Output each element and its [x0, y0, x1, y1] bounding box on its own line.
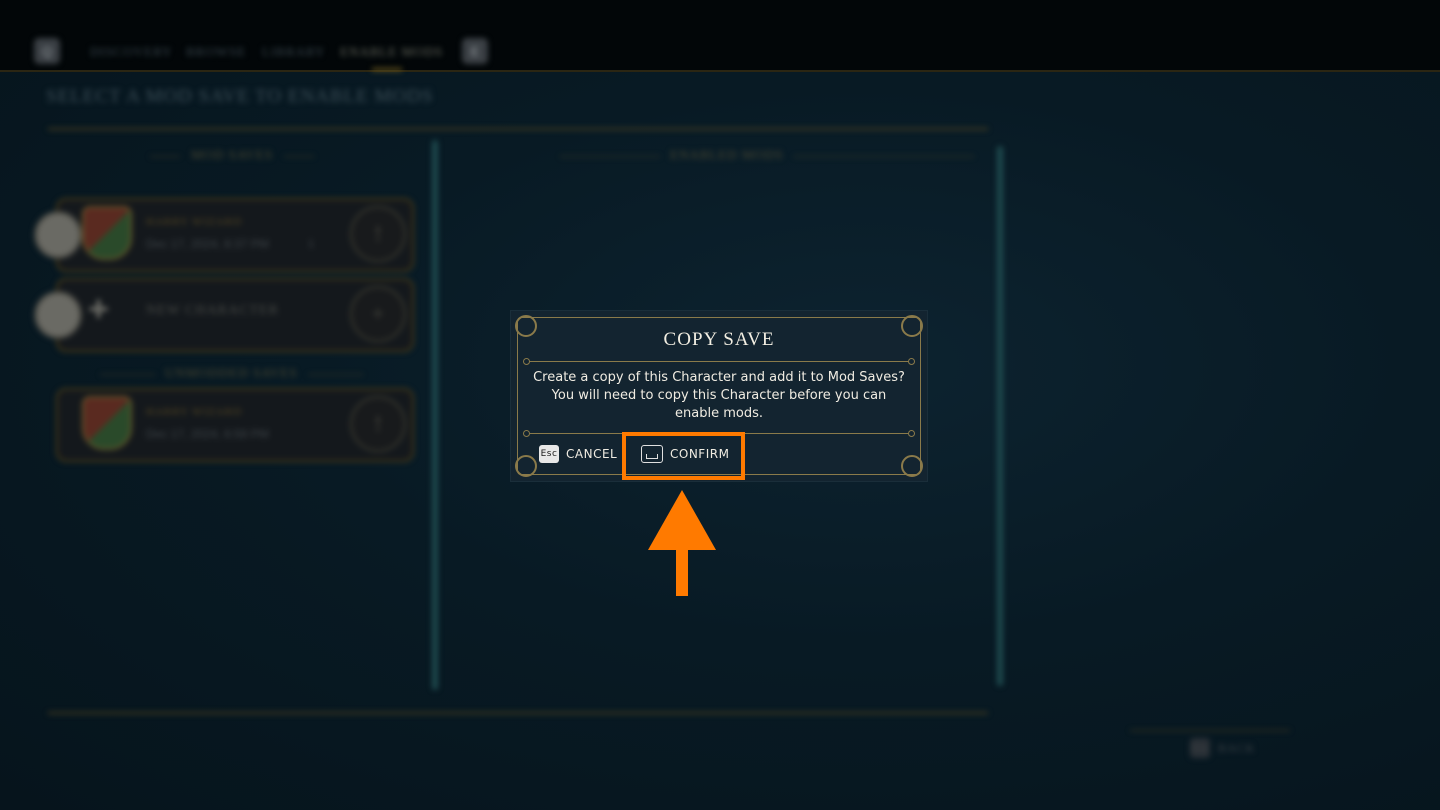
cancel-label: CANCEL	[566, 447, 618, 461]
divider-ornament-icon	[908, 358, 915, 365]
frame-bottom-line	[48, 712, 988, 714]
section-divider	[794, 156, 974, 157]
seal-icon	[34, 291, 82, 339]
pointer-arrow-icon	[648, 490, 716, 550]
divider-ornament-icon	[523, 358, 530, 365]
dialog-title: COPY SAVE	[663, 329, 775, 350]
dialog-message: Create a copy of this Character and add …	[531, 369, 907, 423]
tab-browse[interactable]: BROWSE	[186, 44, 246, 60]
tab-enable-mods[interactable]: ENABLE MODS	[340, 44, 443, 60]
save-options-button[interactable]: !	[350, 396, 406, 452]
active-tab-indicator	[372, 68, 402, 71]
mod-saves-label: MOD SAVES	[191, 147, 274, 162]
section-divider	[100, 374, 155, 375]
hogwarts-crest-icon	[82, 396, 132, 450]
divider-ornament-icon	[523, 430, 530, 437]
corner-ornament-icon	[901, 455, 923, 477]
dialog-message-line: Create a copy of this Character and add …	[533, 370, 905, 385]
nav-right-key[interactable]: E	[462, 38, 488, 64]
dialog-message-line: You will need to copy this Character bef…	[551, 388, 887, 403]
save-name: HARRY WIZARD	[146, 216, 243, 228]
section-divider	[560, 156, 660, 157]
tab-discovery[interactable]: DISCOVERY	[90, 44, 173, 60]
nav-left-key[interactable]: Q	[34, 38, 60, 64]
section-divider	[308, 374, 363, 375]
title-divider	[525, 361, 913, 362]
section-divider	[284, 156, 314, 157]
page-title: SELECT A MOD SAVE TO ENABLE MODS	[46, 86, 434, 107]
enabled-mods-label: ENABLED MODS	[670, 147, 784, 162]
divider-ornament-icon	[908, 430, 915, 437]
cancel-button[interactable]: Esc CANCEL	[539, 445, 617, 463]
save-date: Dec 17, 2024, 8:37 PM	[146, 237, 269, 251]
save-options-button[interactable]: !	[350, 206, 406, 262]
right-scrollbar[interactable]	[997, 146, 1003, 686]
esc-key-icon: Esc	[1190, 738, 1210, 758]
hogwarts-crest-icon	[82, 206, 132, 260]
back-divider	[1130, 730, 1290, 731]
save-name: HARRY WIZARD	[146, 406, 243, 418]
plus-icon: +	[88, 288, 110, 329]
left-scrollbar[interactable]	[432, 140, 438, 690]
unmodded-saves-label: UNMODDED SAVES	[165, 365, 298, 380]
corner-ornament-icon	[515, 455, 537, 477]
frame-top-line	[48, 128, 988, 130]
pointer-arrow-shaft	[676, 548, 688, 596]
dialog-message-line: enable mods.	[675, 406, 763, 421]
back-label: BACK	[1218, 740, 1256, 755]
esc-key-icon: Esc	[539, 445, 559, 463]
save-date: Dec 17, 2024, 6:58 PM	[146, 427, 269, 441]
back-button[interactable]: Esc BACK	[1190, 738, 1255, 758]
seal-icon	[34, 211, 82, 259]
section-divider	[150, 156, 180, 157]
add-character-button[interactable]: +	[350, 286, 406, 342]
tab-library[interactable]: LIBRARY	[262, 44, 325, 60]
mod-count: 1	[308, 238, 315, 250]
confirm-highlight-box	[622, 432, 745, 480]
new-character-label: NEW CHARACTER	[146, 303, 279, 318]
